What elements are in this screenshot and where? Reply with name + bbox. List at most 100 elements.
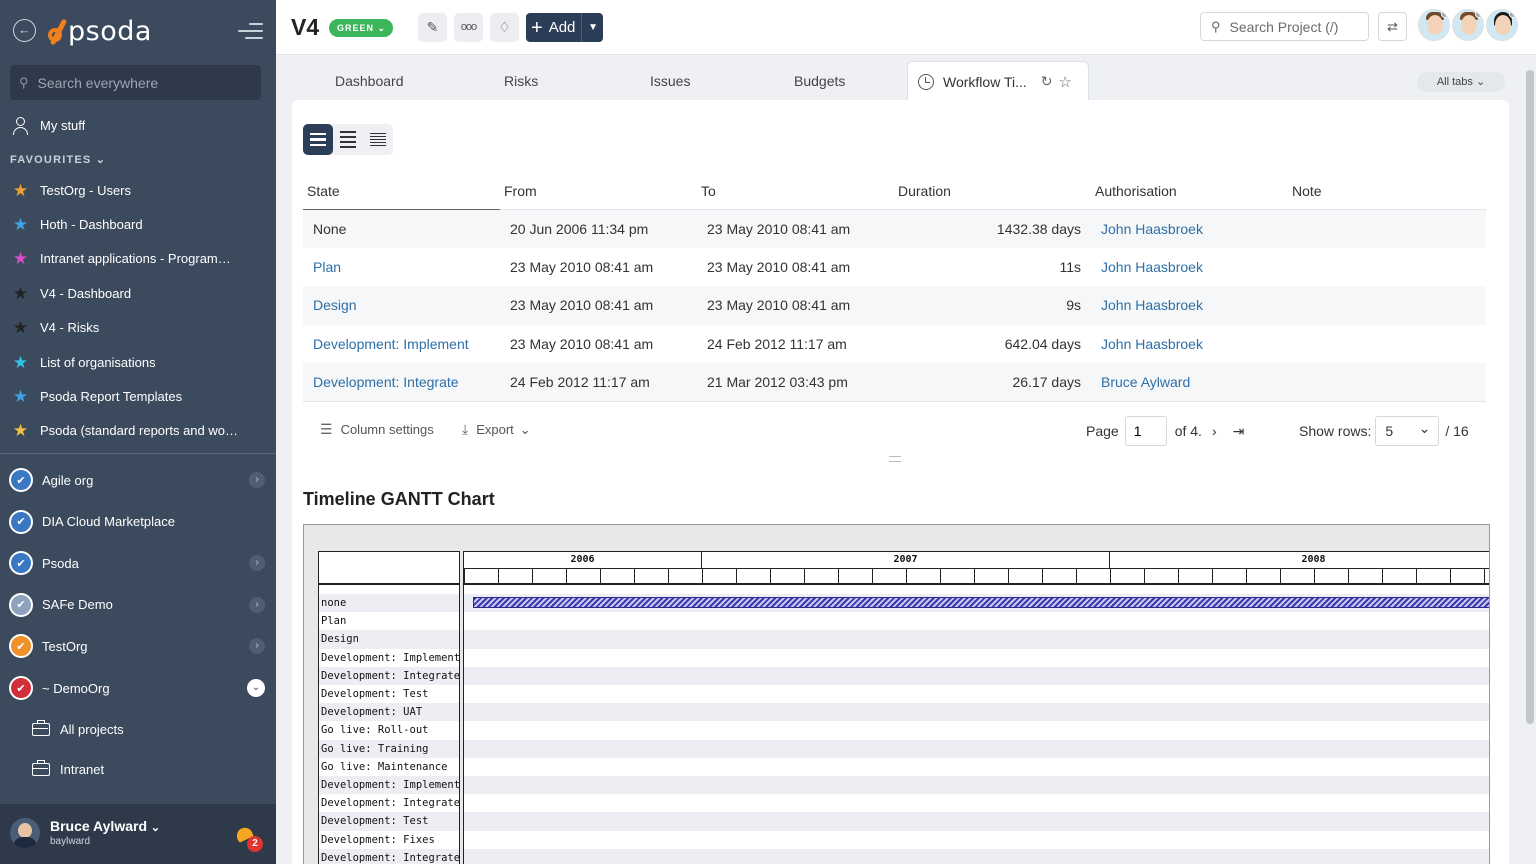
column-header-duration[interactable]: Duration: [894, 174, 1091, 210]
sidebar-item-favourite[interactable]: ★ TestOrg - Users: [0, 174, 276, 206]
sidebar-item-intranet[interactable]: Intranet: [32, 754, 104, 784]
star-icon: ★: [12, 283, 29, 303]
avatar[interactable]: [10, 818, 40, 848]
sidebar-item-all-projects[interactable]: All projects: [32, 714, 124, 744]
switch-project-button[interactable]: ⇄: [1378, 12, 1407, 41]
column-header-note[interactable]: Note: [1288, 174, 1486, 210]
more-button[interactable]: ooo: [454, 13, 483, 42]
page-scrollbar[interactable]: [1526, 70, 1534, 724]
gantt-bar[interactable]: [472, 597, 1489, 608]
gantt-row-band: [464, 703, 1489, 722]
project-search[interactable]: ⚲: [1200, 12, 1369, 41]
status-badge[interactable]: GREEN ⌄: [329, 19, 394, 37]
global-search-input[interactable]: [37, 74, 238, 91]
chevron-right-icon[interactable]: ›: [249, 555, 265, 572]
tab-risks[interactable]: Risks: [504, 73, 538, 89]
state-link[interactable]: Development: Implement: [313, 336, 469, 352]
chevron-right-icon[interactable]: ›: [249, 472, 265, 488]
sidebar-item-favourite[interactable]: ★ Psoda (standard reports and work...: [0, 415, 276, 447]
chevron-right-icon[interactable]: ›: [249, 638, 265, 655]
last-page-icon[interactable]: ⇥: [1233, 423, 1245, 440]
sidebar-item-favourite[interactable]: ★ V4 - Dashboard: [0, 277, 276, 309]
resize-handle[interactable]: [889, 456, 901, 462]
sidebar-item-org[interactable]: ✔ Psoda ›: [0, 543, 276, 583]
column-header-from[interactable]: From: [500, 174, 697, 210]
comfortable-view-button[interactable]: [303, 124, 333, 155]
gantt-year-label: 2006: [464, 552, 702, 569]
page-number-input[interactable]: [1124, 416, 1167, 446]
sidebar-item-favourite[interactable]: ★ Intranet applications - Programme...: [0, 243, 276, 275]
tag-icon: ♢: [498, 19, 511, 35]
sidebar-item-org[interactable]: ✔ Agile org ›: [0, 460, 276, 500]
user-name[interactable]: Bruce Aylward ⌄: [50, 818, 160, 834]
tab-issues[interactable]: Issues: [650, 73, 690, 89]
sidebar-item-org[interactable]: ✔ TestOrg ›: [0, 626, 276, 666]
cell-note: [1288, 363, 1486, 402]
add-button[interactable]: + Add ▼: [526, 13, 603, 42]
cell-state[interactable]: Development: Integrate: [303, 363, 500, 402]
column-settings-button[interactable]: ☰ Column settings: [320, 421, 434, 438]
back-icon[interactable]: ←: [13, 19, 36, 42]
export-label: Export: [476, 422, 514, 437]
edit-button[interactable]: ✎: [418, 13, 447, 42]
global-search[interactable]: ⚲: [10, 65, 261, 100]
tab-budgets[interactable]: Budgets: [794, 73, 845, 89]
column-header-state[interactable]: State: [303, 174, 500, 210]
tab-workflow-timeline[interactable]: Workflow Ti... ↻ ☆: [907, 61, 1089, 101]
sidebar-item-my-stuff[interactable]: My stuff: [0, 109, 276, 141]
authorisation-link[interactable]: John Haasbroek: [1101, 297, 1203, 313]
tag-button[interactable]: ♢: [490, 13, 519, 42]
sidebar-item-favourite[interactable]: ★ Psoda Report Templates: [0, 380, 276, 412]
main-panel: State From To Duration Authorisation Not…: [292, 100, 1509, 864]
authorisation-link[interactable]: John Haasbroek: [1101, 221, 1203, 237]
column-header-authorisation[interactable]: Authorisation: [1091, 174, 1288, 210]
avatar[interactable]: [1452, 9, 1484, 41]
cell-note: [1288, 248, 1486, 287]
gantt-task-label: Development: UAT: [319, 703, 459, 722]
column-header-to[interactable]: To: [697, 174, 894, 210]
export-button[interactable]: ⤓ Export ⌄: [462, 421, 531, 438]
chevron-right-icon[interactable]: ›: [249, 596, 265, 613]
refresh-icon[interactable]: ↻: [1041, 73, 1053, 90]
state-link[interactable]: Plan: [313, 259, 341, 275]
tab-dashboard[interactable]: Dashboard: [335, 73, 404, 89]
cell-authorisation: John Haasbroek: [1091, 209, 1288, 248]
org-label: Agile org: [42, 472, 94, 488]
gantt-month-tick: [532, 569, 533, 585]
gantt-month-tick: [1076, 569, 1077, 585]
logo-mark: [48, 16, 68, 46]
sidebar-item-favourite[interactable]: ★ List of organisations: [0, 346, 276, 378]
authorisation-link[interactable]: John Haasbroek: [1101, 336, 1203, 352]
chevron-down-icon[interactable]: ▼: [588, 22, 598, 33]
gantt-row-band: [464, 630, 1489, 649]
star-icon: ★: [12, 318, 29, 338]
rows-per-page-select[interactable]: 5: [1375, 414, 1440, 446]
gantt-month-tick: [906, 569, 907, 585]
avatar[interactable]: [1486, 9, 1518, 41]
star-icon[interactable]: ☆: [1059, 73, 1072, 91]
favourites-header[interactable]: FAVOURITES ⌄: [10, 153, 106, 166]
sidebar-item-favourite[interactable]: ★ Hoth - Dashboard: [0, 208, 276, 240]
dense-view-button[interactable]: [363, 124, 393, 155]
psoda-logo[interactable]: psoda: [48, 14, 152, 48]
state-link[interactable]: Design: [313, 297, 357, 313]
sidebar-item-org[interactable]: ✔ DIA Cloud Marketplace: [0, 502, 276, 542]
next-page-icon[interactable]: ›: [1212, 423, 1217, 439]
cell-state[interactable]: Design: [303, 286, 500, 325]
state-link[interactable]: Development: Integrate: [313, 374, 459, 390]
cell-state[interactable]: Plan: [303, 248, 500, 287]
collapse-menu-icon[interactable]: [238, 22, 263, 40]
authorisation-link[interactable]: Bruce Aylward: [1101, 374, 1190, 390]
compact-view-button[interactable]: [333, 124, 363, 155]
project-search-input[interactable]: [1229, 18, 1360, 35]
sidebar-item-org[interactable]: ✔ SAFe Demo ›: [0, 585, 276, 625]
user-panel[interactable]: Bruce Aylward ⌄ baylward 2: [0, 804, 276, 864]
chevron-down-icon[interactable]: ⌄: [247, 679, 265, 697]
avatar[interactable]: [1418, 9, 1450, 41]
all-tabs-button[interactable]: All tabs ⌄: [1417, 72, 1505, 92]
sidebar-item-favourite[interactable]: ★ V4 - Risks: [0, 312, 276, 344]
cell-from: 24 Feb 2012 11:17 am: [500, 363, 697, 402]
cell-state[interactable]: Development: Implement: [303, 325, 500, 364]
sidebar-item-org[interactable]: ✔ ~ DemoOrg ⌄: [0, 668, 276, 708]
authorisation-link[interactable]: John Haasbroek: [1101, 259, 1203, 275]
